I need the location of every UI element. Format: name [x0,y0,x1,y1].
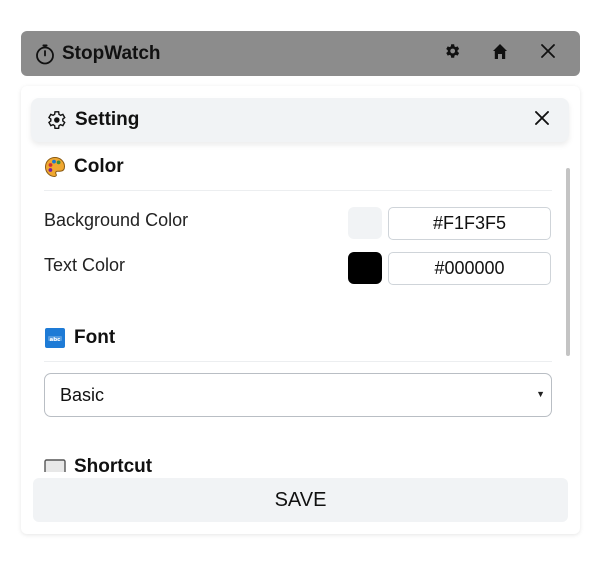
svg-text:abc: abc [50,337,61,343]
background-color-input[interactable] [388,207,551,240]
background-color-swatch[interactable] [348,207,382,239]
settings-button[interactable] [432,31,472,76]
divider [44,190,552,191]
settings-scroll-area[interactable]: Color Background Color Text Color abc Fo… [21,150,580,472]
text-color-label: Text Color [44,255,126,275]
home-button[interactable] [480,31,520,76]
close-button[interactable] [528,31,568,76]
modal-title: Setting [75,109,140,130]
font-select-value: Basic [60,384,105,405]
modal-header: Setting [31,98,569,142]
font-heading-label: Font [74,327,116,348]
text-color-swatch[interactable] [348,252,382,284]
stopwatch-icon [34,43,56,65]
home-icon [492,43,508,65]
font-select[interactable]: Basic ▼ [44,373,552,417]
keyboard-icon [44,456,66,472]
gear-icon [443,42,461,65]
settings-panel: Setting Color Background Color #F1F3F5 T… [21,86,580,534]
divider [44,361,552,362]
title-bar: StopWatch [21,31,580,76]
text-color-input[interactable] [388,252,551,285]
font-section-heading: abc Font [44,327,115,349]
abc-icon: abc [44,327,66,349]
modal-close-button[interactable] [527,105,557,135]
color-heading-label: Color [74,156,124,177]
shortcut-section-heading: Shortcut [44,456,152,472]
color-section-heading: Color [44,156,124,178]
vertical-scrollbar[interactable] [566,168,570,356]
dropdown-arrow-icon: ▼ [536,389,545,399]
app-title: StopWatch [62,42,161,64]
settings-gear-icon [45,109,67,131]
close-icon [535,110,549,130]
save-button[interactable]: SAVE [33,478,568,522]
close-icon [541,44,555,63]
shortcut-heading-label: Shortcut [74,456,153,472]
background-color-label: Background Color [44,210,189,230]
palette-icon [44,156,66,178]
